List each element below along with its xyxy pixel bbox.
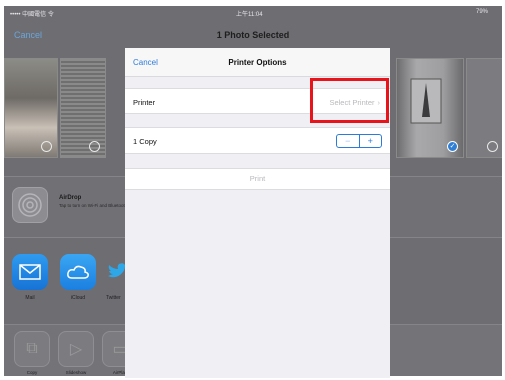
photo-thumbnail[interactable] <box>4 58 58 158</box>
airdrop-icon <box>12 187 48 223</box>
carrier-signal: ••••• 中國電信 令 <box>10 12 54 18</box>
nav-title: 1 Photo Selected <box>216 30 290 40</box>
print-button[interactable]: Print <box>125 168 390 190</box>
share-app-label: Mail <box>25 295 35 301</box>
action-copy[interactable]: ⧉ Copy <box>10 331 54 375</box>
copy-icon: ⧉ <box>14 331 50 367</box>
action-label: Slideshow <box>65 370 87 375</box>
highlight-box <box>310 78 389 123</box>
nav-bar: Cancel 1 Photo Selected <box>4 20 502 46</box>
mail-icon <box>12 254 48 290</box>
status-time: 上午11:04 <box>236 12 263 18</box>
icloud-icon <box>60 254 96 290</box>
airdrop-title: AirDrop <box>59 195 82 201</box>
selection-circle-icon[interactable] <box>41 141 52 152</box>
stepper-minus-button[interactable]: − <box>337 135 360 147</box>
photo-thumbnail[interactable] <box>60 58 106 158</box>
selected-check-icon[interactable]: ✓ <box>447 141 458 152</box>
copies-stepper[interactable]: − + <box>336 134 382 148</box>
share-app-icloud[interactable]: iCloud <box>58 254 98 301</box>
photo-thumbnail-selected[interactable]: ✓ <box>396 58 464 158</box>
printer-label: Printer <box>133 98 156 107</box>
selection-circle-icon[interactable] <box>487 141 498 152</box>
share-app-mail[interactable]: Mail <box>10 254 50 301</box>
status-bar: ••••• 中國電信 令 上午11:04 79% <box>4 6 502 20</box>
play-icon: ▷ <box>58 331 94 367</box>
sheet-title: Printer Options <box>228 58 287 67</box>
sheet-header: Cancel Printer Options <box>125 48 390 77</box>
action-slideshow[interactable]: ▷ Slideshow <box>54 331 98 375</box>
share-app-label: iCloud <box>70 295 86 301</box>
selection-circle-icon[interactable] <box>89 141 100 152</box>
action-label: Copy <box>26 370 38 375</box>
battery-level: 79% <box>476 9 489 15</box>
copies-label: 1 Copy <box>133 137 157 146</box>
copies-row: 1 Copy − + <box>125 127 390 154</box>
photo-thumbnail[interactable] <box>466 58 502 158</box>
stepper-plus-button[interactable]: + <box>360 135 382 147</box>
